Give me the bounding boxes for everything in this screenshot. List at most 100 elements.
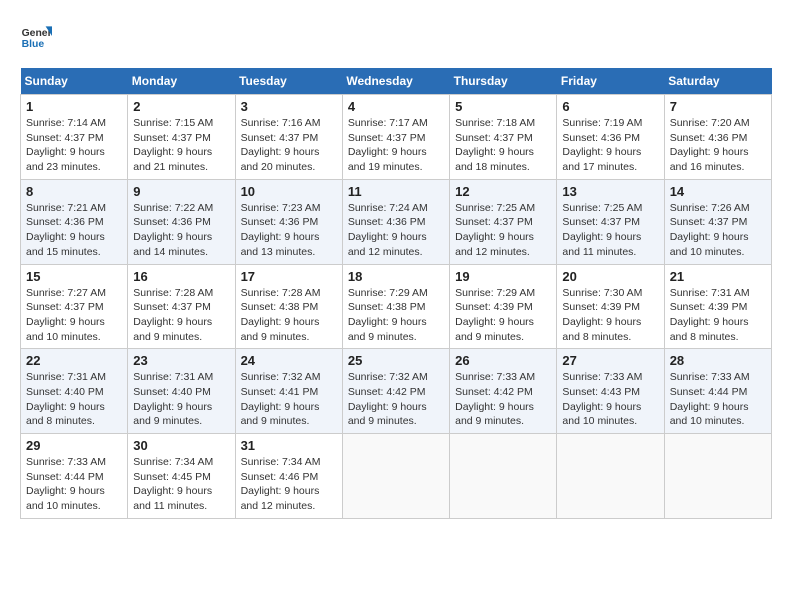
daylight-label: Daylight: 9 hours and 8 minutes. <box>562 316 641 343</box>
sunset-label: Sunset: 4:44 PM <box>26 471 104 483</box>
logo-icon: General Blue <box>20 20 52 52</box>
calendar-day-cell: 28 Sunrise: 7:33 AM Sunset: 4:44 PM Dayl… <box>664 349 771 434</box>
sunset-label: Sunset: 4:39 PM <box>670 301 748 313</box>
sunset-label: Sunset: 4:36 PM <box>670 132 748 144</box>
day-number: 11 <box>348 184 444 199</box>
day-info: Sunrise: 7:28 AM Sunset: 4:37 PM Dayligh… <box>133 286 229 345</box>
calendar-day-cell: 4 Sunrise: 7:17 AM Sunset: 4:37 PM Dayli… <box>342 95 449 180</box>
sunrise-label: Sunrise: 7:22 AM <box>133 202 213 214</box>
day-number: 4 <box>348 99 444 114</box>
sunset-label: Sunset: 4:36 PM <box>348 216 426 228</box>
calendar-day-cell: 15 Sunrise: 7:27 AM Sunset: 4:37 PM Dayl… <box>21 264 128 349</box>
calendar-day-cell: 13 Sunrise: 7:25 AM Sunset: 4:37 PM Dayl… <box>557 179 664 264</box>
sunrise-label: Sunrise: 7:33 AM <box>670 371 750 383</box>
daylight-label: Daylight: 9 hours and 9 minutes. <box>241 401 320 428</box>
sunrise-label: Sunrise: 7:34 AM <box>133 456 213 468</box>
daylight-label: Daylight: 9 hours and 9 minutes. <box>348 401 427 428</box>
day-number: 12 <box>455 184 551 199</box>
daylight-label: Daylight: 9 hours and 10 minutes. <box>26 485 105 512</box>
calendar-day-cell: 12 Sunrise: 7:25 AM Sunset: 4:37 PM Dayl… <box>450 179 557 264</box>
daylight-label: Daylight: 9 hours and 10 minutes. <box>670 231 749 258</box>
sunrise-label: Sunrise: 7:15 AM <box>133 117 213 129</box>
sunset-label: Sunset: 4:44 PM <box>670 386 748 398</box>
day-info: Sunrise: 7:24 AM Sunset: 4:36 PM Dayligh… <box>348 201 444 260</box>
sunrise-label: Sunrise: 7:31 AM <box>26 371 106 383</box>
day-number: 22 <box>26 353 122 368</box>
day-number: 17 <box>241 269 337 284</box>
day-number: 9 <box>133 184 229 199</box>
calendar-day-cell: 20 Sunrise: 7:30 AM Sunset: 4:39 PM Dayl… <box>557 264 664 349</box>
day-number: 5 <box>455 99 551 114</box>
day-info: Sunrise: 7:30 AM Sunset: 4:39 PM Dayligh… <box>562 286 658 345</box>
weekday-header-cell: Friday <box>557 68 664 95</box>
calendar-day-cell: 21 Sunrise: 7:31 AM Sunset: 4:39 PM Dayl… <box>664 264 771 349</box>
day-number: 1 <box>26 99 122 114</box>
sunset-label: Sunset: 4:39 PM <box>562 301 640 313</box>
sunset-label: Sunset: 4:40 PM <box>133 386 211 398</box>
daylight-label: Daylight: 9 hours and 10 minutes. <box>562 401 641 428</box>
sunset-label: Sunset: 4:42 PM <box>455 386 533 398</box>
day-info: Sunrise: 7:33 AM Sunset: 4:44 PM Dayligh… <box>670 370 766 429</box>
svg-text:General: General <box>22 28 52 39</box>
daylight-label: Daylight: 9 hours and 9 minutes. <box>455 401 534 428</box>
day-info: Sunrise: 7:29 AM Sunset: 4:38 PM Dayligh… <box>348 286 444 345</box>
day-info: Sunrise: 7:33 AM Sunset: 4:42 PM Dayligh… <box>455 370 551 429</box>
weekday-header-cell: Tuesday <box>235 68 342 95</box>
sunset-label: Sunset: 4:41 PM <box>241 386 319 398</box>
sunrise-label: Sunrise: 7:17 AM <box>348 117 428 129</box>
sunset-label: Sunset: 4:40 PM <box>26 386 104 398</box>
day-number: 25 <box>348 353 444 368</box>
calendar-day-cell: 10 Sunrise: 7:23 AM Sunset: 4:36 PM Dayl… <box>235 179 342 264</box>
daylight-label: Daylight: 9 hours and 20 minutes. <box>241 146 320 173</box>
daylight-label: Daylight: 9 hours and 9 minutes. <box>241 316 320 343</box>
svg-text:Blue: Blue <box>22 39 45 50</box>
sunrise-label: Sunrise: 7:33 AM <box>562 371 642 383</box>
day-info: Sunrise: 7:33 AM Sunset: 4:44 PM Dayligh… <box>26 455 122 514</box>
calendar-day-cell <box>664 434 771 519</box>
calendar-table: SundayMondayTuesdayWednesdayThursdayFrid… <box>20 68 772 519</box>
calendar-day-cell: 1 Sunrise: 7:14 AM Sunset: 4:37 PM Dayli… <box>21 95 128 180</box>
day-info: Sunrise: 7:25 AM Sunset: 4:37 PM Dayligh… <box>455 201 551 260</box>
sunset-label: Sunset: 4:36 PM <box>133 216 211 228</box>
weekday-header-row: SundayMondayTuesdayWednesdayThursdayFrid… <box>21 68 772 95</box>
sunrise-label: Sunrise: 7:25 AM <box>455 202 535 214</box>
sunrise-label: Sunrise: 7:19 AM <box>562 117 642 129</box>
day-info: Sunrise: 7:33 AM Sunset: 4:43 PM Dayligh… <box>562 370 658 429</box>
sunset-label: Sunset: 4:46 PM <box>241 471 319 483</box>
calendar-day-cell: 18 Sunrise: 7:29 AM Sunset: 4:38 PM Dayl… <box>342 264 449 349</box>
day-number: 7 <box>670 99 766 114</box>
sunrise-label: Sunrise: 7:30 AM <box>562 287 642 299</box>
calendar-week-row: 1 Sunrise: 7:14 AM Sunset: 4:37 PM Dayli… <box>21 95 772 180</box>
calendar-day-cell: 5 Sunrise: 7:18 AM Sunset: 4:37 PM Dayli… <box>450 95 557 180</box>
calendar-day-cell <box>450 434 557 519</box>
daylight-label: Daylight: 9 hours and 23 minutes. <box>26 146 105 173</box>
daylight-label: Daylight: 9 hours and 11 minutes. <box>133 485 212 512</box>
daylight-label: Daylight: 9 hours and 13 minutes. <box>241 231 320 258</box>
day-info: Sunrise: 7:28 AM Sunset: 4:38 PM Dayligh… <box>241 286 337 345</box>
day-number: 10 <box>241 184 337 199</box>
calendar-week-row: 15 Sunrise: 7:27 AM Sunset: 4:37 PM Dayl… <box>21 264 772 349</box>
page-header: General Blue <box>20 20 772 52</box>
sunrise-label: Sunrise: 7:14 AM <box>26 117 106 129</box>
sunset-label: Sunset: 4:36 PM <box>562 132 640 144</box>
day-info: Sunrise: 7:34 AM Sunset: 4:46 PM Dayligh… <box>241 455 337 514</box>
sunset-label: Sunset: 4:37 PM <box>133 301 211 313</box>
sunrise-label: Sunrise: 7:29 AM <box>455 287 535 299</box>
day-info: Sunrise: 7:14 AM Sunset: 4:37 PM Dayligh… <box>26 116 122 175</box>
day-info: Sunrise: 7:31 AM Sunset: 4:39 PM Dayligh… <box>670 286 766 345</box>
calendar-week-row: 22 Sunrise: 7:31 AM Sunset: 4:40 PM Dayl… <box>21 349 772 434</box>
day-info: Sunrise: 7:34 AM Sunset: 4:45 PM Dayligh… <box>133 455 229 514</box>
calendar-body: 1 Sunrise: 7:14 AM Sunset: 4:37 PM Dayli… <box>21 95 772 519</box>
sunrise-label: Sunrise: 7:26 AM <box>670 202 750 214</box>
calendar-day-cell: 17 Sunrise: 7:28 AM Sunset: 4:38 PM Dayl… <box>235 264 342 349</box>
calendar-day-cell: 31 Sunrise: 7:34 AM Sunset: 4:46 PM Dayl… <box>235 434 342 519</box>
day-number: 8 <box>26 184 122 199</box>
sunrise-label: Sunrise: 7:33 AM <box>455 371 535 383</box>
daylight-label: Daylight: 9 hours and 10 minutes. <box>26 316 105 343</box>
calendar-day-cell: 19 Sunrise: 7:29 AM Sunset: 4:39 PM Dayl… <box>450 264 557 349</box>
sunset-label: Sunset: 4:36 PM <box>241 216 319 228</box>
daylight-label: Daylight: 9 hours and 9 minutes. <box>348 316 427 343</box>
calendar-day-cell <box>557 434 664 519</box>
day-info: Sunrise: 7:21 AM Sunset: 4:36 PM Dayligh… <box>26 201 122 260</box>
calendar-day-cell: 29 Sunrise: 7:33 AM Sunset: 4:44 PM Dayl… <box>21 434 128 519</box>
